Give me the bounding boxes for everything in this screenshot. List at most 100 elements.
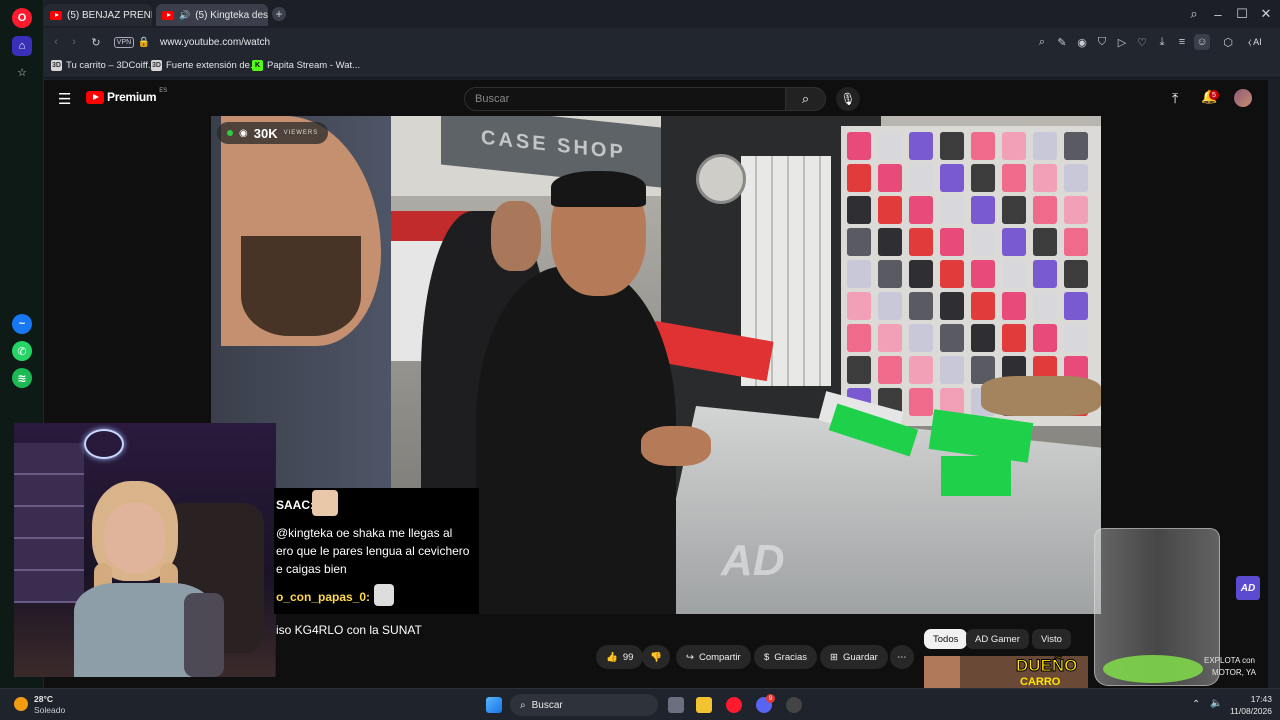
avatar[interactable]	[1234, 89, 1252, 107]
phone-case	[1064, 260, 1088, 288]
phone-case	[878, 132, 902, 160]
bookmark-label: Papita Stream - Wat...	[267, 60, 361, 71]
youtube-logo[interactable]: Premium ES	[86, 88, 167, 104]
weather-temp[interactable]: 28°C	[34, 694, 53, 704]
opera-logo-icon[interactable]: O	[12, 8, 32, 28]
taskbar-search[interactable]: ⌕ Buscar	[510, 694, 658, 716]
phone-case	[971, 324, 995, 352]
phone-case	[909, 164, 933, 192]
windows-taskbar: 28°C Soleado ⌕ Buscar 9 ⌃ 🔈 17:43 11/08/…	[0, 688, 1280, 720]
chip-watched[interactable]: Visto	[1032, 629, 1071, 649]
camera-icon[interactable]: ◉	[1074, 34, 1090, 50]
save-button[interactable]: ⊞ Guardar	[820, 645, 888, 669]
share-button[interactable]: ↪ Compartir	[676, 645, 751, 669]
windows-start-icon[interactable]	[486, 697, 502, 713]
recommendation-thumbnail[interactable]: DUEÑO CARRO	[924, 656, 1088, 688]
more-dots-icon: ⋯	[897, 651, 907, 663]
forward-icon[interactable]: ›	[66, 34, 82, 50]
dislike-button[interactable]: 👎	[642, 645, 670, 669]
minimize-icon[interactable]: –	[1210, 6, 1226, 22]
messenger-icon[interactable]: ~	[12, 314, 32, 334]
obs-icon[interactable]	[786, 697, 802, 713]
mic-button[interactable]: 🎙	[836, 87, 860, 111]
maximize-icon[interactable]: ☐	[1234, 6, 1250, 22]
phone-case	[909, 356, 933, 384]
tab-benjaz[interactable]: (5) BENJAZ PRENDE STRE	[44, 4, 152, 26]
task-view-icon[interactable]	[668, 697, 684, 713]
weather-desc[interactable]: Soleado	[34, 705, 65, 715]
aria-ai-button[interactable]: ⧼ AI	[1244, 34, 1266, 50]
clock-date[interactable]: 11/08/2026	[1230, 706, 1272, 716]
phone-case	[878, 324, 902, 352]
bookmark-fuerte[interactable]: 3D Fuerte extensión de...	[151, 60, 258, 71]
thanks-label: Gracias	[774, 651, 808, 663]
tab-kingteka[interactable]: 🔊 (5) Kingteka descubre	[156, 4, 268, 26]
tray-chevron-icon[interactable]: ⌃	[1192, 699, 1200, 710]
bookmark-label: Fuerte extensión de...	[166, 60, 258, 71]
channel-logo-badge[interactable]: AD	[1236, 576, 1260, 600]
phone-case	[1033, 324, 1057, 352]
upload-icon[interactable]: ⤒	[1172, 90, 1178, 107]
phone-case	[971, 132, 995, 160]
clock-time[interactable]: 17:43	[1232, 694, 1272, 704]
phone-case	[940, 292, 964, 320]
youtube-play-logo-icon	[86, 90, 104, 104]
phone-case	[1064, 292, 1088, 320]
wall-fan	[696, 154, 746, 204]
edit-icon[interactable]: ✎	[1054, 34, 1070, 50]
hamburger-menu-icon[interactable]: ☰	[58, 90, 71, 108]
phone-case	[1064, 324, 1088, 352]
save-label: Guardar	[842, 651, 878, 663]
heart-icon[interactable]: ♡	[1134, 34, 1150, 50]
phone-case	[909, 132, 933, 160]
more-button[interactable]: ⋯	[890, 645, 914, 669]
thumbs-up-icon: 👍	[606, 651, 618, 663]
bookmark-papita[interactable]: K Papita Stream - Wat...	[252, 60, 360, 71]
bookmark-3dcoiff[interactable]: 3D Tu carrito – 3DCoiff...	[51, 60, 156, 71]
thanks-button[interactable]: $ Gracias	[754, 645, 818, 669]
close-window-icon[interactable]: ✕	[1258, 6, 1274, 22]
tab-search-icon[interactable]: ⌕	[1186, 6, 1202, 22]
phone-case	[971, 260, 995, 288]
bookmark-star-icon[interactable]: ☆	[12, 62, 32, 82]
zoom-icon[interactable]: ⌕	[1034, 34, 1050, 50]
reload-icon[interactable]: ↻	[88, 34, 104, 50]
weather-sun-icon[interactable]	[14, 697, 28, 711]
phone-case	[940, 228, 964, 256]
spotify-icon[interactable]: ≋	[12, 368, 32, 388]
home-icon[interactable]: ⌂	[12, 36, 32, 56]
url-text[interactable]: www.youtube.com/watch	[160, 37, 270, 48]
download-icon[interactable]: ⤓	[1154, 34, 1170, 50]
chip-ad-gamer[interactable]: AD Gamer	[966, 629, 1029, 649]
new-tab-plus-icon[interactable]: +	[272, 7, 286, 21]
chip-all[interactable]: Todos	[924, 629, 968, 649]
phone-case	[940, 356, 964, 384]
tab-label: (5) Kingteka descubre	[195, 9, 268, 21]
speaker-tray-icon[interactable]: 🔈	[1210, 698, 1222, 709]
vpn-badge[interactable]: VPN	[114, 37, 134, 48]
phone-case	[971, 292, 995, 320]
menu-lines-icon[interactable]: ≡	[1174, 34, 1190, 50]
thumb-face	[924, 656, 960, 688]
file-explorer-icon[interactable]	[696, 697, 712, 713]
search-input[interactable]: Buscar	[464, 87, 786, 111]
chat-username: SAAC:	[276, 498, 314, 512]
phone-case	[1033, 260, 1057, 288]
phone-case	[909, 228, 933, 256]
back-icon[interactable]: ‹	[48, 34, 64, 50]
search-icon: ⌕	[801, 91, 810, 106]
chat-message: @kingteka oe shaka me llegas al	[276, 526, 453, 540]
whatsapp-icon[interactable]: ✆	[12, 341, 32, 361]
play-icon[interactable]: ▷	[1114, 34, 1130, 50]
search-button[interactable]: ⌕	[786, 87, 826, 111]
opera-taskbar-icon[interactable]	[726, 697, 742, 713]
chat-username: o_con_papas_0:	[276, 590, 371, 604]
phone-case	[847, 196, 871, 224]
profile-icon[interactable]: ☺	[1194, 34, 1210, 50]
phone-case	[1064, 228, 1088, 256]
shield-icon[interactable]: ⛉	[1094, 34, 1110, 50]
extensions-icon[interactable]: ⬡	[1220, 34, 1236, 50]
like-button[interactable]: 👍 99	[596, 645, 644, 669]
ai-arrow-icon: ⧼	[1248, 36, 1252, 47]
back-person-head	[491, 201, 541, 271]
